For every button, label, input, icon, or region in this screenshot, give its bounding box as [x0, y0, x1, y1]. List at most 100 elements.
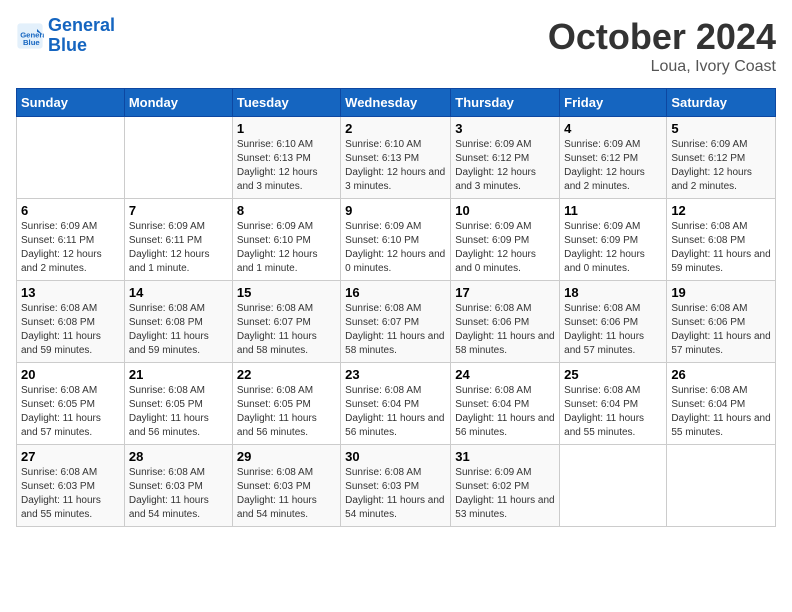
day-number: 5 — [671, 121, 771, 136]
calendar-day-cell: 13Sunrise: 6:08 AM Sunset: 6:08 PM Dayli… — [17, 281, 125, 363]
day-number: 28 — [129, 449, 228, 464]
day-number: 7 — [129, 203, 228, 218]
weekday-header-monday: Monday — [124, 89, 232, 117]
calendar-day-cell: 29Sunrise: 6:08 AM Sunset: 6:03 PM Dayli… — [232, 445, 340, 527]
day-number: 8 — [237, 203, 336, 218]
calendar-week-row: 20 Sunrise: 6:08 AM Sunset: 6:05 PM Dayli… — [17, 363, 776, 445]
day-info: Sunrise: 6:09 AM Sunset: 6:12 PM Dayligh… — [455, 138, 555, 194]
logo-text: General Blue — [48, 16, 115, 56]
day-info: Sunrise: 6:09 AM Sunset: 6:12 PM Dayligh… — [671, 138, 771, 194]
day-number: 24 — [455, 367, 555, 382]
calendar-day-cell: 7 Sunrise: 6:09 AM Sunset: 6:11 PM Daylig… — [124, 199, 232, 281]
logo-icon: General Blue — [16, 22, 44, 50]
day-info: Sunrise: 6:09 AM Sunset: 6:10 PM Dayligh… — [345, 220, 446, 276]
day-info: Sunrise: 6:08 AM Sunset: 6:08 PM Dayligh… — [129, 302, 228, 358]
calendar-day-cell: 15 Sunrise: 6:08 AM Sunset: 6:07 PM Dayli… — [232, 281, 340, 363]
day-info: Sunrise: 6:08 AM Sunset: 6:05 PM Dayligh… — [21, 384, 120, 440]
weekday-header-thursday: Thursday — [451, 89, 560, 117]
calendar-day-cell: 31 Sunrise: 6:09 AM Sunset: 6:02 PM Dayli… — [451, 445, 560, 527]
day-number: 30 — [345, 449, 446, 464]
calendar-day-cell: 26Sunrise: 6:08 AM Sunset: 6:04 PM Dayli… — [667, 363, 776, 445]
title-area: October 2024 Loua, Ivory Coast — [548, 16, 776, 76]
day-number: 13 — [21, 285, 120, 300]
day-info: Sunrise: 6:08 AM Sunset: 6:07 PM Dayligh… — [237, 302, 336, 358]
calendar-day-cell: 30 Sunrise: 6:08 AM Sunset: 6:03 PM Dayli… — [341, 445, 451, 527]
month-title: October 2024 — [548, 16, 776, 58]
day-number: 20 — [21, 367, 120, 382]
day-info: Sunrise: 6:08 AM Sunset: 6:04 PM Dayligh… — [564, 384, 662, 440]
calendar-day-cell: 28 Sunrise: 6:08 AM Sunset: 6:03 PM Dayli… — [124, 445, 232, 527]
logo-line1: General — [48, 15, 115, 35]
day-number: 9 — [345, 203, 446, 218]
day-info: Sunrise: 6:08 AM Sunset: 6:03 PM Dayligh… — [237, 466, 336, 522]
calendar-week-row: 1 Sunrise: 6:10 AM Sunset: 6:13 PM Daylig… — [17, 117, 776, 199]
calendar-day-cell: 25 Sunrise: 6:08 AM Sunset: 6:04 PM Dayli… — [560, 363, 667, 445]
day-info: Sunrise: 6:08 AM Sunset: 6:04 PM Dayligh… — [345, 384, 446, 440]
calendar-day-cell: 2 Sunrise: 6:10 AM Sunset: 6:13 PM Daylig… — [341, 117, 451, 199]
calendar-day-cell — [667, 445, 776, 527]
day-info: Sunrise: 6:09 AM Sunset: 6:11 PM Dayligh… — [21, 220, 120, 276]
day-number: 1 — [237, 121, 336, 136]
day-info: Sunrise: 6:08 AM Sunset: 6:05 PM Dayligh… — [129, 384, 228, 440]
calendar-day-cell: 8 Sunrise: 6:09 AM Sunset: 6:10 PM Daylig… — [232, 199, 340, 281]
day-number: 17 — [455, 285, 555, 300]
day-number: 19 — [671, 285, 771, 300]
weekday-header-saturday: Saturday — [667, 89, 776, 117]
day-info: Sunrise: 6:08 AM Sunset: 6:03 PM Dayligh… — [345, 466, 446, 522]
svg-text:Blue: Blue — [23, 38, 40, 47]
day-number: 2 — [345, 121, 446, 136]
day-info: Sunrise: 6:10 AM Sunset: 6:13 PM Dayligh… — [345, 138, 446, 194]
day-info: Sunrise: 6:08 AM Sunset: 6:06 PM Dayligh… — [671, 302, 771, 358]
day-number: 3 — [455, 121, 555, 136]
day-number: 22 — [237, 367, 336, 382]
day-info: Sunrise: 6:09 AM Sunset: 6:12 PM Dayligh… — [564, 138, 662, 194]
day-info: Sunrise: 6:08 AM Sunset: 6:07 PM Dayligh… — [345, 302, 446, 358]
day-info: Sunrise: 6:09 AM Sunset: 6:09 PM Dayligh… — [455, 220, 555, 276]
calendar-day-cell: 23Sunrise: 6:08 AM Sunset: 6:04 PM Dayli… — [341, 363, 451, 445]
day-info: Sunrise: 6:08 AM Sunset: 6:03 PM Dayligh… — [129, 466, 228, 522]
calendar-week-row: 27Sunrise: 6:08 AM Sunset: 6:03 PM Dayli… — [17, 445, 776, 527]
header: General Blue General Blue October 2024 L… — [16, 16, 776, 76]
day-number: 25 — [564, 367, 662, 382]
calendar-day-cell: 18Sunrise: 6:08 AM Sunset: 6:06 PM Dayli… — [560, 281, 667, 363]
day-info: Sunrise: 6:08 AM Sunset: 6:08 PM Dayligh… — [671, 220, 771, 276]
day-info: Sunrise: 6:09 AM Sunset: 6:02 PM Dayligh… — [455, 466, 555, 522]
calendar-day-cell: 16 Sunrise: 6:08 AM Sunset: 6:07 PM Dayli… — [341, 281, 451, 363]
calendar-day-cell — [124, 117, 232, 199]
calendar-day-cell — [560, 445, 667, 527]
calendar-day-cell: 9 Sunrise: 6:09 AM Sunset: 6:10 PM Daylig… — [341, 199, 451, 281]
weekday-header-wednesday: Wednesday — [341, 89, 451, 117]
logo-line2: Blue — [48, 35, 87, 55]
weekday-header-row: SundayMondayTuesdayWednesdayThursdayFrid… — [17, 89, 776, 117]
calendar-day-cell: 24 Sunrise: 6:08 AM Sunset: 6:04 PM Dayli… — [451, 363, 560, 445]
day-info: Sunrise: 6:08 AM Sunset: 6:04 PM Dayligh… — [455, 384, 555, 440]
day-number: 31 — [455, 449, 555, 464]
day-info: Sunrise: 6:09 AM Sunset: 6:09 PM Dayligh… — [564, 220, 662, 276]
calendar-day-cell — [17, 117, 125, 199]
day-number: 4 — [564, 121, 662, 136]
calendar-day-cell: 22Sunrise: 6:08 AM Sunset: 6:05 PM Dayli… — [232, 363, 340, 445]
calendar-day-cell: 11 Sunrise: 6:09 AM Sunset: 6:09 PM Dayli… — [560, 199, 667, 281]
day-info: Sunrise: 6:08 AM Sunset: 6:06 PM Dayligh… — [564, 302, 662, 358]
calendar-day-cell: 19 Sunrise: 6:08 AM Sunset: 6:06 PM Dayli… — [667, 281, 776, 363]
calendar-table: SundayMondayTuesdayWednesdayThursdayFrid… — [16, 88, 776, 527]
calendar-day-cell: 4 Sunrise: 6:09 AM Sunset: 6:12 PM Daylig… — [560, 117, 667, 199]
day-info: Sunrise: 6:10 AM Sunset: 6:13 PM Dayligh… — [237, 138, 336, 194]
calendar-day-cell: 20 Sunrise: 6:08 AM Sunset: 6:05 PM Dayli… — [17, 363, 125, 445]
day-info: Sunrise: 6:09 AM Sunset: 6:10 PM Dayligh… — [237, 220, 336, 276]
weekday-header-tuesday: Tuesday — [232, 89, 340, 117]
calendar-day-cell: 27Sunrise: 6:08 AM Sunset: 6:03 PM Dayli… — [17, 445, 125, 527]
day-number: 21 — [129, 367, 228, 382]
logo: General Blue General Blue — [16, 16, 115, 56]
calendar-day-cell: 10Sunrise: 6:09 AM Sunset: 6:09 PM Dayli… — [451, 199, 560, 281]
calendar-day-cell: 3 Sunrise: 6:09 AM Sunset: 6:12 PM Daylig… — [451, 117, 560, 199]
day-number: 16 — [345, 285, 446, 300]
day-info: Sunrise: 6:08 AM Sunset: 6:03 PM Dayligh… — [21, 466, 120, 522]
day-info: Sunrise: 6:09 AM Sunset: 6:11 PM Dayligh… — [129, 220, 228, 276]
calendar-day-cell: 5 Sunrise: 6:09 AM Sunset: 6:12 PM Daylig… — [667, 117, 776, 199]
day-number: 11 — [564, 203, 662, 218]
day-info: Sunrise: 6:08 AM Sunset: 6:06 PM Dayligh… — [455, 302, 555, 358]
day-number: 15 — [237, 285, 336, 300]
calendar-day-cell: 6Sunrise: 6:09 AM Sunset: 6:11 PM Daylig… — [17, 199, 125, 281]
calendar-day-cell: 21 Sunrise: 6:08 AM Sunset: 6:05 PM Dayli… — [124, 363, 232, 445]
